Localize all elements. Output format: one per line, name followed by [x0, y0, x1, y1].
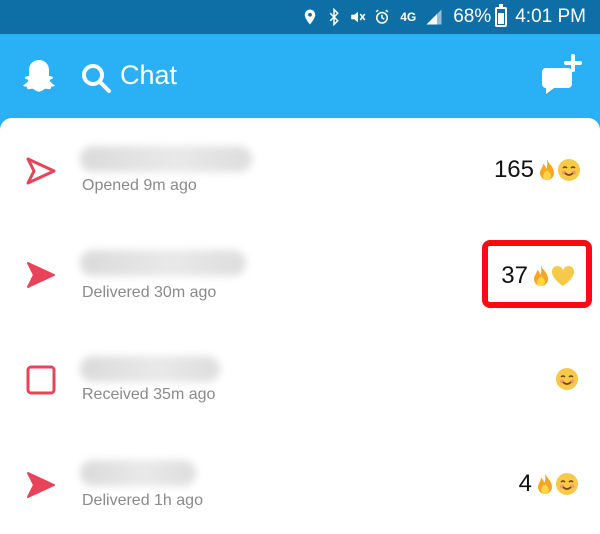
- snapstreak: 165: [494, 156, 582, 184]
- status-bar: 4G 68% 4:01 PM: [0, 0, 600, 34]
- new-chat-icon[interactable]: [540, 54, 584, 98]
- signal-icon: [425, 8, 443, 26]
- bluetooth-icon: [325, 8, 343, 26]
- snapstreak: 4: [519, 470, 580, 498]
- received-square-icon: [24, 363, 58, 397]
- chat-status: Opened 9m ago: [82, 177, 197, 194]
- snapstreak: [554, 366, 580, 392]
- delivered-arrow-icon: [24, 258, 58, 292]
- chat-row[interactable]: Delivered 1h ago 4: [0, 430, 600, 534]
- contact-name-blurred: [80, 356, 220, 382]
- chat-row[interactable]: Received 35m ago: [0, 326, 600, 430]
- chat-list: Opened 9m ago 165 Delivered 30m ago 37 R…: [0, 118, 600, 534]
- search-icon[interactable]: [80, 62, 112, 94]
- battery-percent: 68%: [453, 6, 492, 27]
- header-title[interactable]: Chat: [120, 60, 177, 91]
- alarm-icon: [373, 8, 391, 26]
- smiling-face-icon: [554, 471, 580, 497]
- contact-name-blurred: [80, 460, 196, 486]
- location-icon: [301, 8, 319, 26]
- status-icons: 4G: [301, 8, 443, 26]
- battery-icon: [495, 4, 508, 27]
- network-4g-icon: 4G: [400, 10, 417, 24]
- header: Chat: [0, 34, 600, 118]
- smiling-face-icon: [556, 157, 582, 183]
- contact-name-blurred: [80, 250, 246, 276]
- chat-status: Received 35m ago: [82, 386, 216, 403]
- highlight-box: [482, 240, 592, 308]
- contact-name-blurred: [80, 146, 252, 172]
- ghost-icon[interactable]: [22, 58, 56, 96]
- opened-arrow-icon: [24, 154, 58, 188]
- streak-count: 165: [493, 156, 534, 183]
- smiling-face-icon: [554, 366, 580, 392]
- clock: 4:01 PM: [515, 6, 586, 27]
- chat-status: Delivered 1h ago: [82, 492, 203, 509]
- chat-status: Delivered 30m ago: [82, 284, 217, 301]
- delivered-arrow-icon: [24, 468, 58, 502]
- chat-row[interactable]: Opened 9m ago 165: [0, 118, 600, 222]
- mute-icon: [349, 8, 367, 26]
- streak-count: 4: [518, 470, 532, 497]
